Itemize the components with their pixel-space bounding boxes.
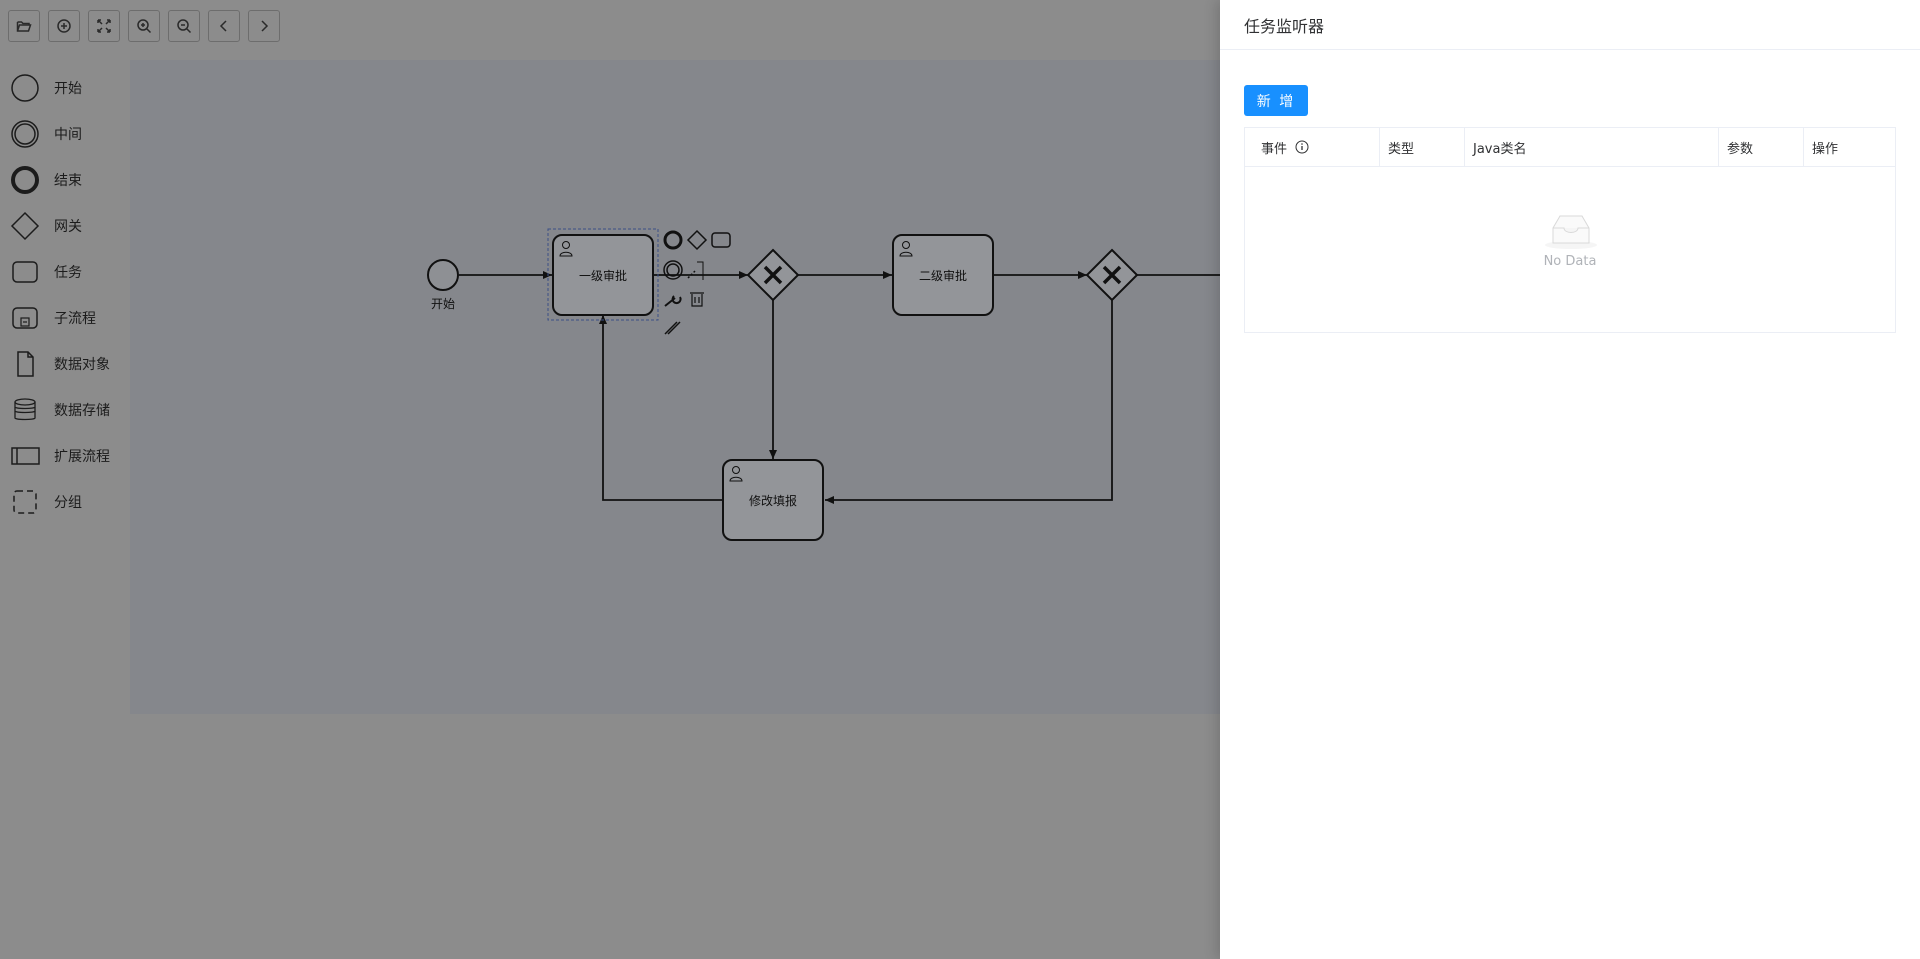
table-header-row: 事件 类型 Java类名 参数 操作	[1245, 128, 1895, 167]
start-event-label: 开始	[430, 297, 455, 311]
drawer-header: 任务监听器	[1220, 0, 1920, 50]
listener-table: 事件 类型 Java类名 参数 操作 No Data	[1244, 127, 1896, 333]
info-icon[interactable]	[1295, 140, 1309, 154]
drawer-title: 任务监听器	[1244, 16, 1325, 36]
sequence-flow[interactable]	[825, 299, 1113, 504]
context-pad	[663, 229, 731, 335]
exclusive-gateway-1[interactable]	[746, 248, 800, 302]
task-label: 二级审批	[918, 269, 967, 283]
empty-text: No Data	[1543, 254, 1597, 269]
start-event[interactable]	[427, 259, 459, 291]
column-header-params[interactable]: 参数	[1719, 128, 1804, 166]
empty-inbox-icon	[1545, 215, 1597, 249]
bpmn-diagram	[427, 228, 1220, 541]
append-intermediate-event-icon[interactable]	[663, 260, 683, 280]
task-label: 一级审批	[578, 269, 627, 283]
column-header-type[interactable]: 类型	[1380, 128, 1465, 166]
column-header-event[interactable]: 事件	[1245, 128, 1380, 166]
exclusive-gateway-2[interactable]	[1085, 248, 1139, 302]
color-picker-icon[interactable]	[664, 321, 681, 335]
trash-icon[interactable]	[690, 292, 704, 307]
task-listener-drawer: 任务监听器 新 增 事件 类型 Java类名 参数 操作 No Data	[1220, 0, 1920, 959]
sequence-flow[interactable]	[599, 315, 723, 501]
table-empty-state: No Data	[1245, 166, 1895, 332]
column-header-actions[interactable]: 操作	[1804, 128, 1895, 166]
add-listener-button[interactable]: 新 增	[1244, 85, 1308, 116]
column-header-java-class[interactable]: Java类名	[1465, 128, 1719, 166]
append-end-event-icon[interactable]	[663, 230, 683, 250]
append-gateway-icon[interactable]	[686, 229, 708, 251]
append-task-icon[interactable]	[711, 232, 731, 248]
task-label: 修改填报	[748, 494, 797, 508]
wrench-icon[interactable]	[664, 295, 682, 307]
